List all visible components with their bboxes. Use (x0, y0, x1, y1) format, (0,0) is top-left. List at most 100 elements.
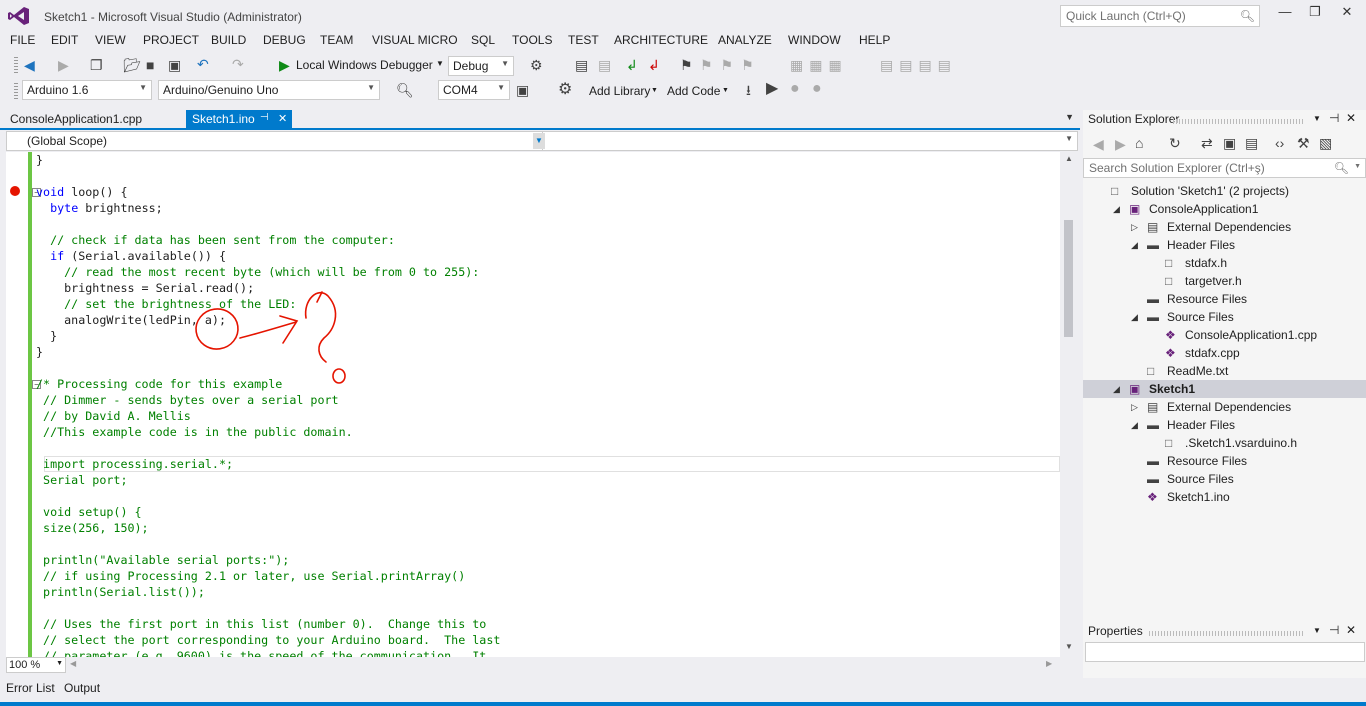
collapse-icon[interactable]: ◢ (1113, 200, 1120, 218)
step-circle-icon[interactable]: ● (812, 81, 822, 97)
code-line[interactable]: // by David A. Mellis (36, 408, 500, 424)
properties-object-select[interactable] (1085, 642, 1365, 662)
code-line[interactable] (36, 600, 500, 616)
port-select[interactable]: COM4 ▼ (438, 80, 510, 100)
vertical-scrollbar[interactable]: ▲ ▼ (1060, 152, 1078, 657)
scrollbar-thumb[interactable] (1064, 220, 1073, 337)
chevron-down-icon[interactable]: ▼ (1065, 134, 1073, 143)
close-button[interactable]: ✕ (1334, 4, 1360, 24)
tree-item[interactable]: ▷ ▤ External Dependencies (1083, 218, 1366, 236)
scroll-down-icon[interactable]: ▼ (1065, 642, 1073, 651)
pin-icon[interactable]: ⊣ (260, 112, 269, 123)
redo-icon[interactable]: ↷ (232, 56, 244, 72)
panel-grip[interactable] (1149, 631, 1304, 636)
code-line[interactable]: byte brightness; (36, 200, 500, 216)
tab-sketch1-ino[interactable]: Sketch1.ino ⊣ ✕ (186, 110, 292, 129)
save-icon[interactable]: ■ (146, 57, 154, 73)
code-line[interactable]: void loop() { (36, 184, 500, 200)
back-icon[interactable]: ◀ (24, 57, 35, 73)
tab-output[interactable]: Output (64, 681, 100, 695)
stop-circle-icon[interactable]: ● (790, 81, 800, 97)
bookmark-next-icon[interactable]: ↲ (626, 57, 638, 73)
menu-architecture[interactable]: ARCHITECTURE (614, 33, 708, 47)
menu-sql[interactable]: SQL (471, 33, 495, 47)
show-all-files-icon[interactable]: ▤ (1245, 135, 1258, 151)
code-line[interactable]: //This example code is in the public dom… (36, 424, 500, 440)
collapse-icon[interactable]: ◢ (1131, 416, 1138, 434)
forward-icon[interactable]: ▶ (58, 57, 69, 73)
code-line[interactable]: size(256, 150); (36, 520, 500, 536)
start-debug-icon[interactable]: ▶ (279, 57, 290, 73)
tab-consoleapplication1-cpp[interactable]: ConsoleApplication1.cpp (4, 110, 148, 129)
solution-explorer-search-input[interactable]: Search Solution Explorer (Ctrl+ş) 🔍︎ ▼ (1083, 158, 1366, 178)
code-line[interactable]: /* Processing code for this example (36, 376, 500, 392)
expand-icon[interactable]: ▷ (1131, 218, 1138, 236)
tree-item[interactable]: ▬ Source Files (1083, 470, 1366, 488)
code-view-icon[interactable]: ‹› (1275, 135, 1284, 151)
chevron-down-icon[interactable]: ▼ (651, 87, 658, 94)
code-line[interactable] (36, 360, 500, 376)
indicator-margin[interactable] (6, 152, 28, 657)
code-line[interactable]: // Uses the first port in this list (num… (36, 616, 500, 632)
code-editor[interactable]: − − } void loop() { byte brightness; // c… (6, 152, 1078, 657)
layout-tools-icon[interactable]: ▤▤▤▤ (880, 57, 957, 73)
menu-help[interactable]: HELP (859, 33, 890, 47)
upload-icon[interactable]: ⭳ (746, 82, 751, 98)
chevron-down-icon[interactable]: ▼ (1313, 626, 1321, 635)
code-line[interactable]: void setup() { (36, 504, 500, 520)
code-line[interactable]: // parameter (e.g. 9600) is the speed of… (36, 648, 500, 657)
solution-tree[interactable]: □ Solution 'Sketch1' (2 projects) ◢ ▣ Consol… (1083, 182, 1366, 506)
code-line[interactable]: Serial port; (36, 472, 500, 488)
history-icon[interactable]: ↻ (1169, 135, 1181, 151)
configuration-select[interactable]: Debug ▼ (448, 56, 514, 76)
save-all-icon[interactable]: ▣ (168, 57, 181, 73)
add-library-button[interactable]: Add Library (589, 84, 650, 98)
code-line[interactable]: analogWrite(ledPin, a); (36, 312, 500, 328)
tree-item[interactable]: ❖ ConsoleApplication1.cpp (1083, 326, 1366, 344)
gear-icon[interactable]: ⚙ (558, 82, 572, 98)
tree-item[interactable]: □ stdafx.h (1083, 254, 1366, 272)
collapse-icon[interactable]: ◢ (1131, 308, 1138, 326)
chevron-down-icon[interactable]: ▼ (1313, 114, 1321, 123)
code-line[interactable]: } (36, 152, 500, 168)
scope-select[interactable]: (Global Scope) (7, 132, 543, 150)
tree-item[interactable]: □ ReadMe.txt (1083, 362, 1366, 380)
menu-project[interactable]: PROJECT (143, 33, 199, 47)
code-line[interactable]: // if using Processing 2.1 or later, use… (36, 568, 500, 584)
expand-icon[interactable]: ▷ (1131, 398, 1138, 416)
zoom-select[interactable]: 100 % ▼ (6, 657, 66, 673)
play-circle-icon[interactable]: ▶︎ (766, 81, 778, 97)
clear-bookmarks-icon[interactable]: ↲ (648, 57, 660, 73)
tree-item[interactable]: ❖ Sketch1.ino (1083, 488, 1366, 506)
add-code-button[interactable]: Add Code (667, 84, 720, 98)
code-line[interactable]: import processing.serial.*; (36, 456, 500, 472)
code-line[interactable]: // set the brightness of the LED: (36, 296, 500, 312)
horizontal-scrollbar[interactable]: 100 % ▼ ◀ ▶ (6, 657, 1078, 674)
breakpoint-icon[interactable] (10, 186, 20, 196)
bookmark-icon[interactable]: ⚑ (680, 57, 693, 73)
undo-icon[interactable]: ↶ (197, 56, 209, 72)
toolbar-grip[interactable] (14, 57, 18, 75)
close-icon[interactable]: ✕ (1346, 111, 1356, 125)
code-line[interactable] (36, 168, 500, 184)
bookmark-tools-icon[interactable]: ⚑⚑⚑ (700, 57, 762, 73)
menu-window[interactable]: WINDOW (788, 33, 841, 47)
menu-build[interactable]: BUILD (211, 33, 246, 47)
menu-edit[interactable]: EDIT (51, 33, 78, 47)
code-line[interactable] (36, 216, 500, 232)
collapse-all-icon[interactable]: ▣ (1223, 135, 1236, 151)
code-line[interactable]: // check if data has been sent from the … (36, 232, 500, 248)
menu-visual-micro[interactable]: VISUAL MICRO (372, 33, 458, 47)
menu-test[interactable]: TEST (568, 33, 599, 47)
tree-item[interactable]: ◢ ▬ Header Files (1083, 416, 1366, 434)
back-icon[interactable]: ◀ (1093, 136, 1104, 152)
tree-item[interactable]: ◢ ▬ Source Files (1083, 308, 1366, 326)
tree-item[interactable]: ◢ ▬ Header Files (1083, 236, 1366, 254)
quick-launch-input[interactable]: Quick Launch (Ctrl+Q) 🔍︎ (1060, 5, 1260, 27)
home-icon[interactable]: ⌂ (1135, 135, 1143, 151)
menu-file[interactable]: FILE (10, 33, 35, 47)
tree-item[interactable]: □ .Sketch1.vsarduino.h (1083, 434, 1366, 452)
minimize-button[interactable]: — (1272, 4, 1298, 24)
search-icon[interactable]: 🔍︎ (396, 82, 414, 98)
menu-view[interactable]: VIEW (95, 33, 126, 47)
